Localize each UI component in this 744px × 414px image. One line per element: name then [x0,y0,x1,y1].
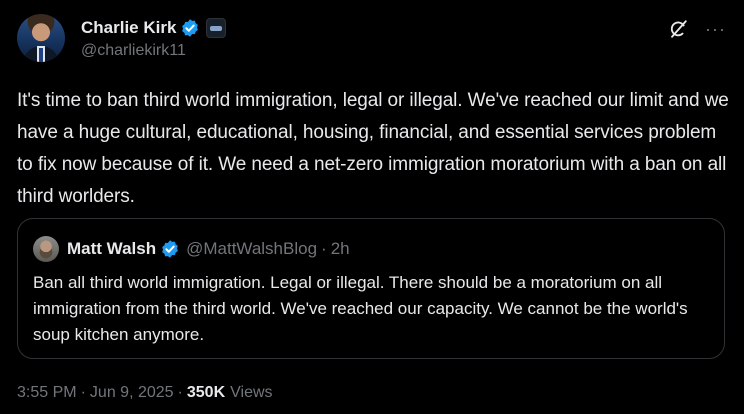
quoted-author-display-name: Matt Walsh [67,239,157,258]
quoted-tweet-text: Ban all third world immigration. Legal o… [33,273,688,344]
more-icon[interactable]: ··· [705,20,726,38]
affiliate-badge-icon[interactable] [206,18,227,38]
tweet-meta: 3:55 PM · Jun 9, 2025 · 350K Views [17,384,273,402]
tweet-time[interactable]: 3:55 PM [17,384,77,402]
separator-dot: · [321,239,327,258]
grok-icon[interactable] [667,18,689,40]
author-handle[interactable]: @charliekirk11 [81,42,186,60]
verified-badge-icon [160,239,180,259]
quoted-author-avatar [33,236,59,262]
tweet-date[interactable]: Jun 9, 2025 [90,384,174,402]
quoted-tweet-card[interactable]: Matt Walsh @MattWalshBlog · 2h Ban all t… [17,218,725,359]
separator-dot: · [80,384,86,401]
tweet-header: Charlie Kirk @charliekirk11 ··· [17,14,726,66]
quoted-author-handle: @MattWalshBlog [186,239,318,258]
author-avatar[interactable] [17,14,65,62]
verified-badge-icon[interactable] [180,18,200,38]
views-count[interactable]: 350K [187,384,225,402]
separator-dot: · [177,384,183,401]
quoted-tweet-time: 2h [330,239,350,258]
author-name-row: Charlie Kirk [81,17,227,39]
quoted-tweet-header: Matt Walsh @MattWalshBlog · 2h [33,236,350,262]
tweet-text: It's time to ban third world immigration… [17,90,729,207]
header-actions: ··· [667,18,726,40]
views-label: Views [230,384,273,401]
author-display-name[interactable]: Charlie Kirk [81,18,176,38]
